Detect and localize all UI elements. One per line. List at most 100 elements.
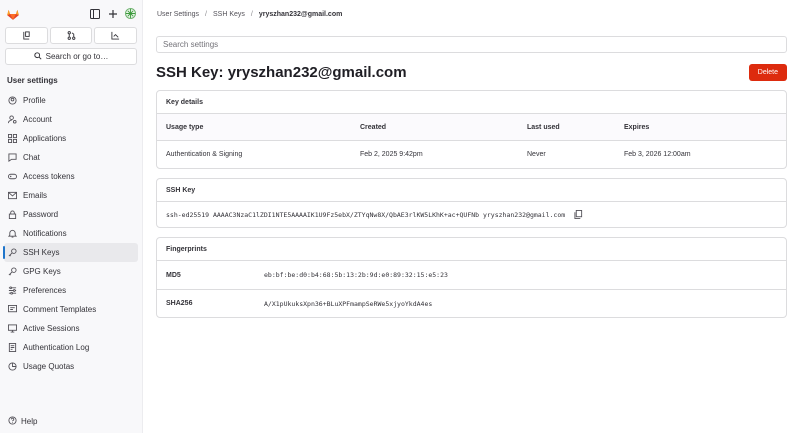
applications-icon bbox=[8, 134, 17, 143]
last-used-cell: Never bbox=[527, 151, 546, 158]
panel-toggle-icon[interactable] bbox=[89, 8, 100, 19]
help-link[interactable]: Help bbox=[8, 416, 37, 427]
account-icon bbox=[8, 115, 17, 124]
table-row: Authentication & Signing Feb 2, 2025 9:4… bbox=[157, 141, 786, 168]
sidebar-item-profile[interactable]: Profile bbox=[0, 91, 142, 110]
fingerprint-row-md5: MD5 eb:bf:be:d0:b4:68:5b:13:2b:9d:e0:89:… bbox=[157, 261, 786, 289]
expires-cell: Feb 3, 2026 12:00am bbox=[624, 151, 691, 158]
breadcrumb: User Settings / SSH Keys / yryszhan232@g… bbox=[156, 0, 787, 28]
merge-requests-icon[interactable] bbox=[5, 27, 48, 44]
fingerprint-value: eb:bf:be:d0:b4:68:5b:13:2b:9d:e0:89:32:1… bbox=[264, 271, 448, 279]
delete-button[interactable]: Delete bbox=[748, 64, 787, 81]
avatar[interactable] bbox=[125, 8, 136, 19]
key-details-card: Key details Usage type Created Last used… bbox=[156, 90, 787, 169]
help-icon bbox=[8, 416, 17, 427]
sidebar-top-actions bbox=[89, 8, 136, 19]
column-header: Last used bbox=[527, 123, 560, 131]
profile-icon bbox=[8, 96, 17, 105]
ssh-key-card: SSH Key ssh-ed25519 AAAAC3NzaC1lZDI1NTE5… bbox=[156, 178, 787, 228]
sidebar-item-label: Notifications bbox=[23, 229, 67, 238]
app: Search or go to… User settings Profile A… bbox=[0, 0, 800, 433]
sidebar-item-label: Profile bbox=[23, 96, 46, 105]
sidebar-heading: User settings bbox=[7, 76, 58, 85]
token-icon bbox=[8, 172, 17, 181]
ssh-key-row: ssh-ed25519 AAAAC3NzaC1lZDI1NTE5AAAAIK1U… bbox=[157, 202, 786, 227]
help-label: Help bbox=[21, 417, 38, 426]
sidebar-item-label: Authentication Log bbox=[23, 343, 90, 352]
ssh-key-value: ssh-ed25519 AAAAC3NzaC1lZDI1NTE5AAAAIK1U… bbox=[166, 210, 566, 219]
created-cell: Feb 2, 2025 9:42pm bbox=[360, 151, 423, 158]
key-icon bbox=[8, 267, 17, 276]
sidebar-item-label: Password bbox=[23, 210, 59, 219]
search-settings-input[interactable]: Search settings bbox=[156, 36, 787, 53]
sidebar-item-notifications[interactable]: Notifications bbox=[0, 224, 142, 243]
sidebar-item-chat[interactable]: Chat bbox=[0, 148, 142, 167]
sidebar-item-password[interactable]: Password bbox=[0, 205, 142, 224]
sidebar-item-usage-quotas[interactable]: Usage Quotas bbox=[0, 357, 142, 376]
sidebar-item-preferences[interactable]: Preferences bbox=[0, 281, 142, 300]
sidebar: Search or go to… User settings Profile A… bbox=[0, 0, 143, 433]
key-icon bbox=[8, 248, 17, 257]
copy-icon[interactable] bbox=[574, 210, 583, 219]
sidebar-item-ssh-keys[interactable]: SSH Keys bbox=[3, 243, 138, 262]
search-button[interactable]: Search or go to… bbox=[5, 48, 137, 65]
sidebar-item-label: GPG Keys bbox=[23, 267, 61, 276]
search-icon bbox=[33, 51, 42, 62]
usage-type-cell: Authentication & Signing bbox=[166, 151, 243, 158]
key-details-heading: Key details bbox=[157, 91, 786, 114]
key-details-header-row: Usage type Created Last used Expires bbox=[157, 114, 786, 141]
lock-icon bbox=[8, 210, 17, 219]
breadcrumb-separator: / bbox=[250, 10, 253, 18]
chat-icon bbox=[8, 153, 17, 162]
sidebar-top bbox=[0, 0, 142, 27]
sidebar-item-authentication-log[interactable]: Authentication Log bbox=[0, 338, 142, 357]
fingerprints-card: Fingerprints MD5 eb:bf:be:d0:b4:68:5b:13… bbox=[156, 237, 787, 318]
sidebar-item-label: Access tokens bbox=[23, 172, 75, 181]
breadcrumb-ssh-keys[interactable]: SSH Keys bbox=[213, 11, 245, 18]
quota-icon bbox=[8, 362, 17, 371]
column-header: Expires bbox=[624, 123, 650, 131]
breadcrumb-current[interactable]: yryszhan232@gmail.com bbox=[259, 11, 342, 18]
breadcrumb-separator: / bbox=[205, 10, 207, 18]
sidebar-item-label: SSH Keys bbox=[23, 248, 60, 257]
sidebar-item-applications[interactable]: Applications bbox=[0, 129, 142, 148]
fingerprint-row-sha256: SHA256 A/X1pUkuksXpn36+BLuXPFmampSeRWe5x… bbox=[157, 289, 786, 317]
search-button-label: Search or go to… bbox=[45, 52, 109, 61]
sidebar-item-label: Emails bbox=[23, 191, 48, 200]
sidebar-item-gpg-keys[interactable]: GPG Keys bbox=[0, 262, 142, 281]
bell-icon bbox=[8, 229, 17, 238]
sidebar-item-active-sessions[interactable]: Active Sessions bbox=[0, 319, 142, 338]
sidebar-item-label: Chat bbox=[23, 153, 40, 162]
column-header: Usage type bbox=[166, 123, 204, 131]
sidebar-item-label: Applications bbox=[23, 134, 67, 143]
ssh-key-heading: SSH Key bbox=[157, 179, 786, 202]
sidebar-quick-links bbox=[5, 27, 138, 44]
gitlab-logo-icon[interactable] bbox=[6, 7, 20, 21]
plus-icon[interactable] bbox=[107, 8, 118, 19]
title-row: SSH Key: yryszhan232@gmail.com Delete bbox=[156, 64, 787, 81]
monitor-icon bbox=[8, 324, 17, 333]
fingerprints-heading: Fingerprints bbox=[157, 238, 786, 261]
main-content: User Settings / SSH Keys / yryszhan232@g… bbox=[143, 0, 800, 433]
fingerprint-label: SHA256 bbox=[166, 300, 193, 307]
sidebar-item-comment-templates[interactable]: Comment Templates bbox=[0, 300, 142, 319]
breadcrumb-user-settings[interactable]: User Settings bbox=[157, 11, 199, 18]
preferences-icon bbox=[8, 286, 17, 295]
sidebar-item-label: Usage Quotas bbox=[23, 362, 75, 371]
sidebar-item-label: Active Sessions bbox=[23, 324, 80, 333]
sidebar-item-label: Account bbox=[23, 115, 52, 124]
sidebar-item-account[interactable]: Account bbox=[0, 110, 142, 129]
comment-icon bbox=[8, 305, 17, 314]
sidebar-nav: Profile Account Applications Chat Access… bbox=[0, 91, 142, 376]
sidebar-item-label: Preferences bbox=[23, 286, 67, 295]
sidebar-item-access-tokens[interactable]: Access tokens bbox=[0, 167, 142, 186]
fingerprint-value: A/X1pUkuksXpn36+BLuXPFmampSeRWe5xjyoYkdA… bbox=[264, 299, 433, 308]
column-header: Created bbox=[360, 123, 387, 131]
page-title: SSH Key: yryszhan232@gmail.com bbox=[156, 64, 407, 81]
log-icon bbox=[8, 343, 17, 352]
sidebar-item-emails[interactable]: Emails bbox=[0, 186, 142, 205]
sidebar-item-label: Comment Templates bbox=[23, 305, 97, 314]
issues-icon[interactable] bbox=[49, 27, 93, 44]
mail-icon bbox=[8, 191, 17, 200]
todo-icon[interactable] bbox=[94, 27, 138, 44]
